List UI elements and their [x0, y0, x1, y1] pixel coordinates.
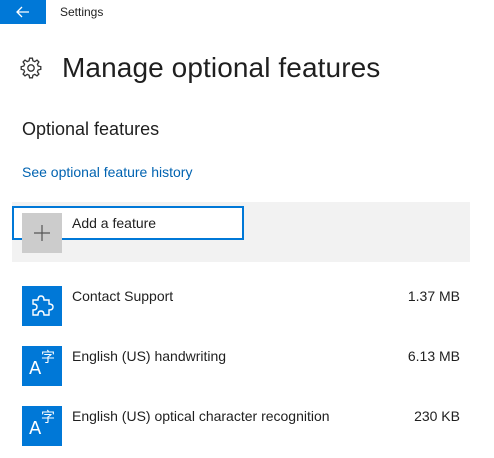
- feature-size: 1.37 MB: [407, 288, 460, 304]
- puzzle-icon: [22, 286, 62, 326]
- feature-name: English (US) optical character recogniti…: [72, 408, 330, 424]
- feature-item-contact-support[interactable]: Contact Support 1.37 MB: [22, 286, 462, 326]
- language-icon: A 字: [22, 406, 62, 446]
- optional-feature-history-link[interactable]: See optional feature history: [22, 164, 192, 180]
- page-title: Manage optional features: [62, 52, 381, 83]
- back-arrow-icon: [16, 6, 29, 18]
- app-title: Settings: [60, 5, 104, 19]
- page-header: Manage optional features: [20, 48, 380, 88]
- feature-item-handwriting[interactable]: A 字 English (US) handwriting 6.13 MB: [22, 346, 462, 386]
- feature-size: 6.13 MB: [407, 348, 460, 364]
- section-title: Optional features: [22, 119, 160, 139]
- feature-name: Contact Support: [72, 288, 174, 304]
- gear-icon: [20, 57, 42, 79]
- language-icon: A 字: [22, 346, 62, 386]
- add-feature-row[interactable]: Add a feature: [12, 202, 470, 262]
- feature-size: 230 KB: [414, 408, 460, 424]
- feature-name: English (US) handwriting: [72, 348, 227, 364]
- back-button[interactable]: [0, 0, 46, 24]
- title-bar: Settings: [0, 0, 494, 24]
- add-feature-label: Add a feature: [72, 215, 157, 231]
- plus-icon: [22, 213, 62, 253]
- feature-item-ocr[interactable]: A 字 English (US) optical character recog…: [22, 406, 462, 446]
